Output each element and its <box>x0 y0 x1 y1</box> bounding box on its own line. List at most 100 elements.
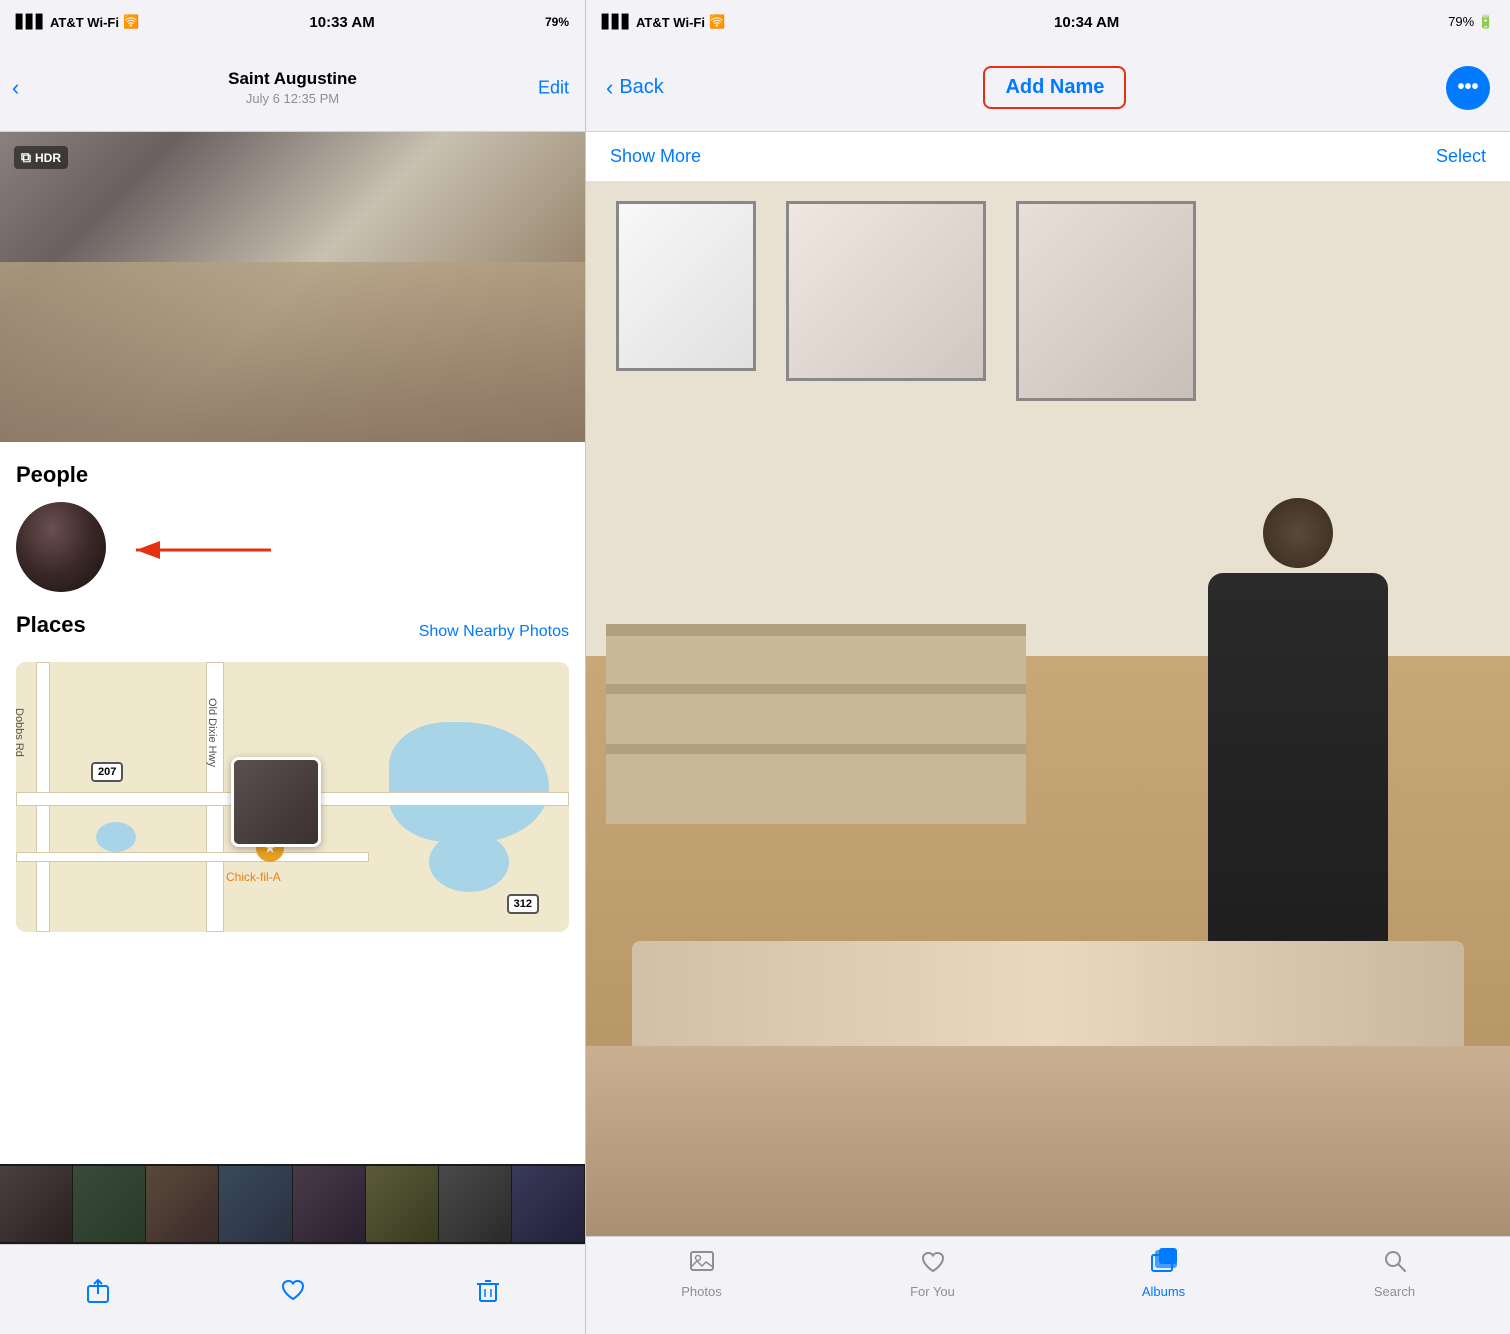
shelf-mid <box>606 684 1026 694</box>
show-nearby-button[interactable]: Show Nearby Photos <box>419 623 569 641</box>
thumb-5[interactable] <box>293 1166 366 1242</box>
person-avatar[interactable] <box>16 502 106 592</box>
edit-button[interactable]: Edit <box>538 77 569 98</box>
people-row <box>16 502 569 592</box>
map-water-2 <box>429 832 509 892</box>
add-name-button[interactable]: Add Name <box>983 66 1126 109</box>
route-312-label: 312 <box>514 898 532 910</box>
map-label-dobbs: Dobbs Rd <box>16 708 25 757</box>
tab-albums-label: Albums <box>1142 1284 1185 1299</box>
back-button[interactable]: ‹ <box>12 75 19 101</box>
for-you-tab-icon <box>919 1247 947 1280</box>
right-nav-bar: ‹ Back Add Name ••• <box>586 44 1510 132</box>
shelf-low <box>606 744 1026 754</box>
artwork-frame-3 <box>1016 201 1196 401</box>
left-status-bar: ▋▋▋ AT&T Wi-Fi 🛜 10:33 AM 79% <box>0 0 585 44</box>
hdr-badge: ⧉ HDR <box>14 146 68 169</box>
route-badge-207: 207 <box>91 762 123 782</box>
tab-photos[interactable]: Photos <box>586 1247 817 1299</box>
favorite-button[interactable] <box>279 1276 307 1304</box>
hdr-label: HDR <box>35 151 61 165</box>
thumb-img <box>234 760 318 844</box>
arrow-indicator <box>116 532 276 572</box>
thumb-2[interactable] <box>73 1166 146 1242</box>
people-title: People <box>16 462 569 488</box>
info-section: People Places Sho <box>0 442 585 1164</box>
page-subtitle: July 6 12:35 PM <box>246 91 339 106</box>
photo-overlay <box>0 262 585 442</box>
thumbnail-strip <box>0 1164 585 1244</box>
map-container[interactable]: Old Dixie Hwy Dobbs Rd 207 312 ★ Chick-f… <box>16 662 569 932</box>
page-title: Saint Augustine <box>228 69 357 89</box>
carrier-label: AT&T Wi-Fi <box>50 15 119 30</box>
right-signal-icon: ▋▋▋ <box>602 14 632 30</box>
select-button[interactable]: Select <box>1436 146 1486 167</box>
more-options-button[interactable]: ••• <box>1446 66 1490 110</box>
right-wifi-icon: 🛜 <box>709 14 725 30</box>
tab-for-you-label: For You <box>910 1284 955 1299</box>
right-panel: ▋▋▋ AT&T Wi-Fi 🛜 10:34 AM 79% 🔋 ‹ Back A… <box>585 0 1510 1334</box>
worker-head <box>1263 498 1333 568</box>
wifi-icon: 🛜 <box>123 14 139 30</box>
artwork-frame-1 <box>616 201 756 371</box>
share-button[interactable] <box>84 1276 112 1304</box>
main-photo: ⧉ HDR <box>0 132 585 442</box>
salon-background <box>586 181 1510 1236</box>
map-photo-thumb <box>231 757 321 847</box>
thumb-6[interactable] <box>366 1166 439 1242</box>
back-button-right[interactable]: ‹ Back <box>606 75 664 101</box>
map-road-h2 <box>16 852 369 862</box>
places-section: Places Show Nearby Photos <box>16 612 569 932</box>
tab-albums[interactable]: Albums <box>1048 1247 1279 1299</box>
people-section: People <box>16 462 569 592</box>
signal-icon: ▋▋▋ <box>16 14 46 30</box>
artwork-frame-2 <box>786 201 986 381</box>
left-time: 10:33 AM <box>309 14 374 31</box>
shelf-top <box>606 624 1026 636</box>
left-battery: 79% <box>545 15 569 29</box>
tab-for-you[interactable]: For You <box>817 1247 1048 1299</box>
thumb-4[interactable] <box>219 1166 292 1242</box>
left-carrier-info: ▋▋▋ AT&T Wi-Fi 🛜 <box>16 14 139 30</box>
route-badge-312: 312 <box>507 894 539 914</box>
thumb-3[interactable] <box>146 1166 219 1242</box>
map-background: Old Dixie Hwy Dobbs Rd 207 312 ★ Chick-f… <box>16 662 569 932</box>
thumb-1[interactable] <box>0 1166 73 1242</box>
right-battery: 79% 🔋 <box>1448 14 1494 30</box>
search-tab-icon <box>1381 1247 1409 1280</box>
right-main-photo <box>586 181 1510 1236</box>
treatment-table <box>586 1046 1510 1236</box>
left-action-bar <box>0 1244 585 1334</box>
places-title: Places <box>16 612 86 638</box>
chick-fil-a-label: Chick-fil-A <box>226 870 281 884</box>
thumb-7[interactable] <box>439 1166 512 1242</box>
photos-tab-icon <box>688 1247 716 1280</box>
map-label-dixie: Old Dixie Hwy <box>206 698 218 767</box>
back-chevron-right-icon: ‹ <box>606 75 613 101</box>
left-nav-bar: ‹ Saint Augustine July 6 12:35 PM Edit <box>0 44 585 132</box>
albums-tab-icon <box>1150 1247 1178 1280</box>
right-toolbar: Show More Select <box>586 132 1510 181</box>
tab-bar: Photos For You Albums <box>586 1236 1510 1334</box>
tab-search-label: Search <box>1374 1284 1415 1299</box>
right-time: 10:34 AM <box>1054 14 1119 31</box>
tab-photos-label: Photos <box>681 1284 721 1299</box>
avatar-image <box>16 502 106 592</box>
show-more-button[interactable]: Show More <box>610 146 701 167</box>
right-carrier-info: ▋▋▋ AT&T Wi-Fi 🛜 <box>602 14 725 30</box>
right-carrier-label: AT&T Wi-Fi <box>636 15 705 30</box>
route-207-label: 207 <box>98 766 116 778</box>
right-status-bar: ▋▋▋ AT&T Wi-Fi 🛜 10:34 AM 79% 🔋 <box>586 0 1510 44</box>
back-label: Back <box>619 76 663 99</box>
layers-icon: ⧉ <box>21 149 31 166</box>
ellipsis-icon: ••• <box>1457 76 1478 99</box>
thumb-8[interactable] <box>512 1166 585 1242</box>
places-header: Places Show Nearby Photos <box>16 612 569 652</box>
map-water-3 <box>96 822 136 852</box>
delete-button[interactable] <box>474 1276 502 1304</box>
salon-shelf <box>606 624 1026 824</box>
back-chevron-icon: ‹ <box>12 75 19 101</box>
photo-content <box>0 132 585 442</box>
tab-search[interactable]: Search <box>1279 1247 1510 1299</box>
left-panel: ▋▋▋ AT&T Wi-Fi 🛜 10:33 AM 79% ‹ Saint Au… <box>0 0 585 1334</box>
